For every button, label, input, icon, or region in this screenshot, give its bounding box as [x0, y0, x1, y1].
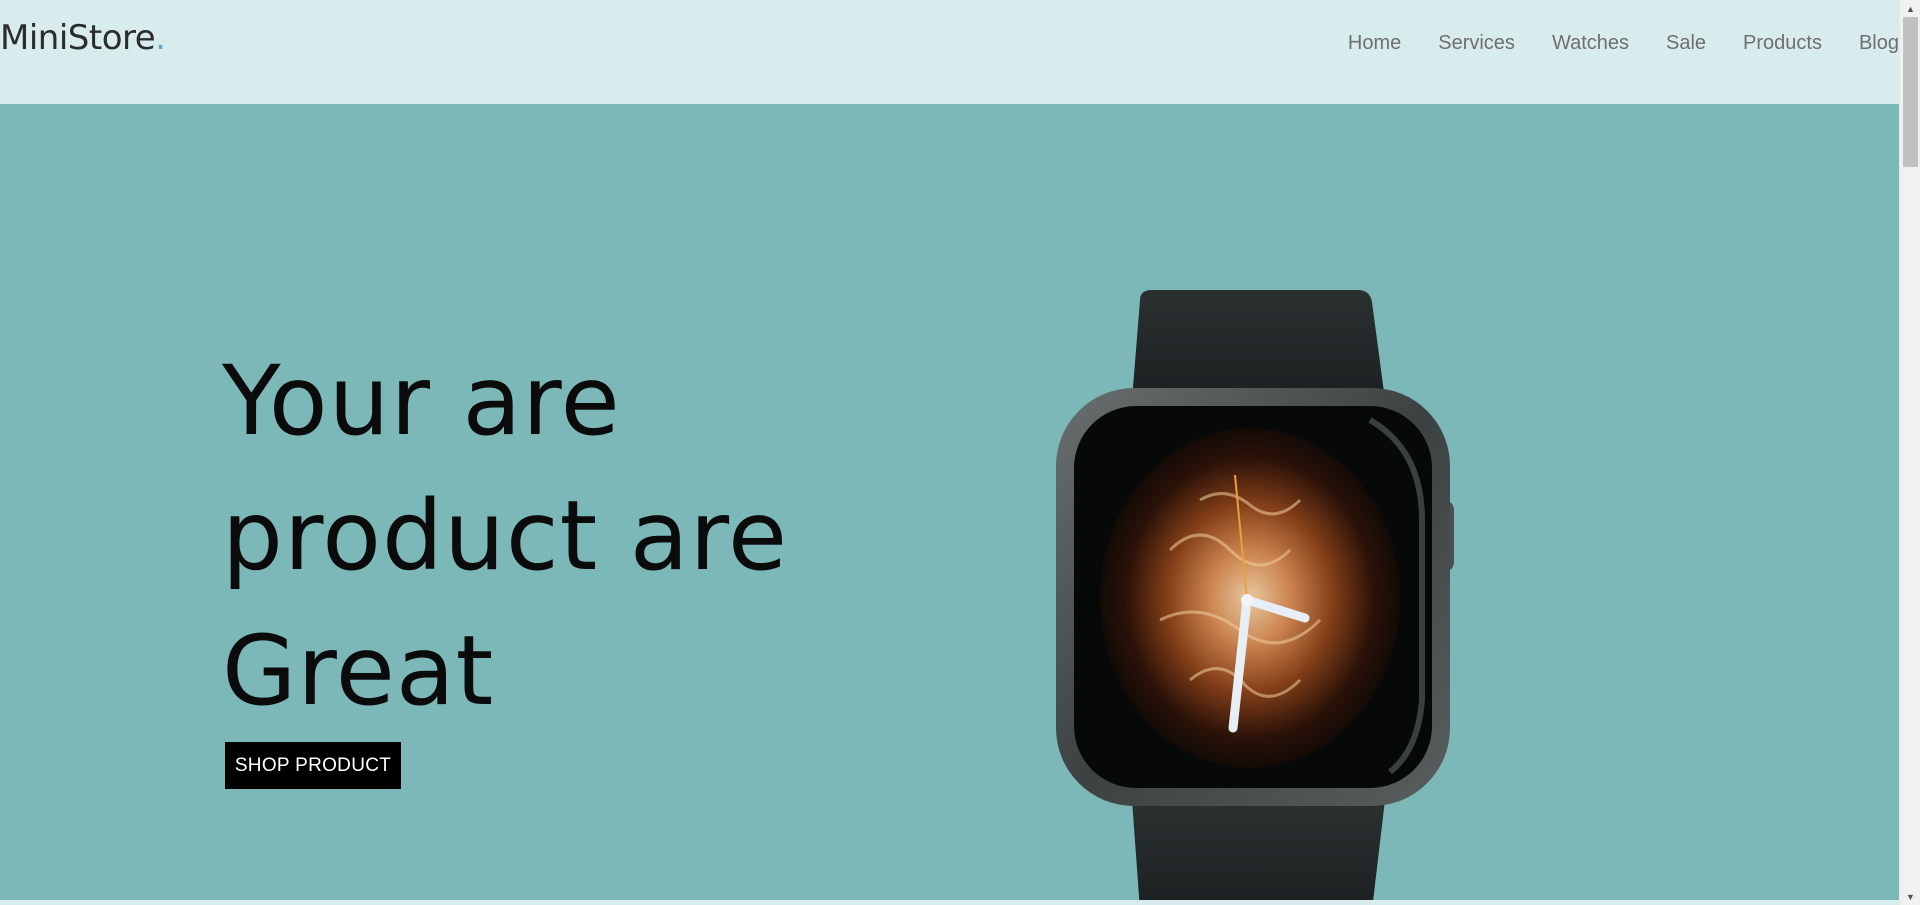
- hero-headline: Your are product are Great: [222, 334, 842, 739]
- arrow-down-icon[interactable]: ▼: [1900, 888, 1920, 905]
- hero-banner: Your are product are Great SHOP PRODUCT: [0, 104, 1899, 900]
- shop-product-button[interactable]: SHOP PRODUCT: [225, 742, 401, 789]
- logo-text: MiniStore: [0, 18, 156, 58]
- logo-dot: .: [155, 18, 166, 58]
- nav-products[interactable]: Products: [1743, 32, 1822, 55]
- logo[interactable]: MiniStore.: [0, 18, 166, 58]
- headline-line-3: Great: [222, 615, 495, 727]
- nav-sale[interactable]: Sale: [1666, 32, 1706, 55]
- headline-line-1: Your are: [222, 345, 621, 457]
- arrow-up-icon[interactable]: ▲: [1900, 0, 1920, 17]
- smartwatch-image: [1056, 290, 1454, 900]
- vertical-scrollbar[interactable]: ▲ ▼: [1899, 0, 1920, 905]
- nav-services[interactable]: Services: [1438, 32, 1515, 55]
- headline-line-2: product are: [222, 480, 788, 592]
- nav-blog[interactable]: Blog: [1859, 32, 1899, 55]
- nav-watches[interactable]: Watches: [1552, 32, 1629, 55]
- page-bottom-strip: [0, 900, 1899, 905]
- main-nav: Home Services Watches Sale Products Blog: [1348, 32, 1899, 55]
- page-viewport: MiniStore. Home Services Watches Sale Pr…: [0, 0, 1899, 905]
- scrollbar-thumb[interactable]: [1903, 17, 1918, 167]
- site-header: MiniStore. Home Services Watches Sale Pr…: [0, 0, 1899, 104]
- nav-home[interactable]: Home: [1348, 32, 1401, 55]
